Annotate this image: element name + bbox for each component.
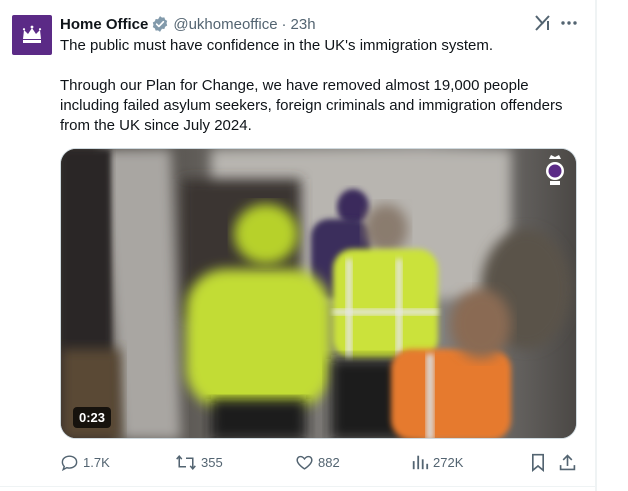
tweet-paragraph: Through our Plan for Change, we have rem… bbox=[60, 77, 563, 134]
like-button[interactable]: 882 bbox=[295, 452, 340, 472]
royal-crest-icon bbox=[546, 155, 564, 185]
repost-count: 355 bbox=[201, 454, 223, 470]
share-button[interactable] bbox=[558, 452, 581, 472]
repost-button[interactable]: 355 bbox=[175, 452, 223, 472]
reply-icon bbox=[61, 454, 78, 471]
bookmark-button[interactable] bbox=[529, 452, 551, 472]
account-name[interactable]: Home Office bbox=[60, 16, 148, 33]
tweet-text: The public must have confidence in the U… bbox=[60, 36, 580, 136]
video-player[interactable]: 0:23 bbox=[60, 148, 577, 439]
tweet-card[interactable]: Home Office @ukhomeoffice · 23h The publ… bbox=[0, 0, 596, 491]
like-count: 882 bbox=[318, 454, 340, 470]
separator-dot: · bbox=[281, 15, 287, 33]
verified-badge-icon bbox=[151, 15, 169, 33]
timestamp[interactable]: 23h bbox=[291, 16, 316, 33]
account-handle[interactable]: @ukhomeoffice bbox=[173, 16, 277, 33]
tweet-divider bbox=[0, 486, 596, 487]
reply-count: 1.7K bbox=[83, 454, 110, 470]
tweet-paragraph: The public must have confidence in the U… bbox=[60, 37, 494, 54]
repost-icon bbox=[176, 454, 196, 470]
bookmark-icon bbox=[531, 453, 545, 472]
more-icon[interactable] bbox=[558, 14, 580, 32]
share-icon bbox=[559, 453, 576, 470]
column-divider bbox=[596, 0, 597, 491]
avatar[interactable] bbox=[12, 15, 52, 55]
reply-button[interactable]: 1.7K bbox=[60, 452, 110, 472]
views-button[interactable]: 272K bbox=[411, 452, 463, 472]
tweet-header: Home Office @ukhomeoffice · 23h bbox=[60, 13, 316, 35]
video-duration-badge: 0:23 bbox=[73, 407, 112, 428]
views-icon bbox=[412, 455, 429, 470]
video-frame bbox=[61, 149, 576, 438]
views-count: 272K bbox=[433, 454, 464, 470]
crown-icon bbox=[22, 25, 42, 43]
like-icon bbox=[296, 455, 313, 470]
tweet-actions: 1.7K 355 882 272K bbox=[60, 452, 580, 472]
grok-icon[interactable] bbox=[534, 14, 552, 32]
